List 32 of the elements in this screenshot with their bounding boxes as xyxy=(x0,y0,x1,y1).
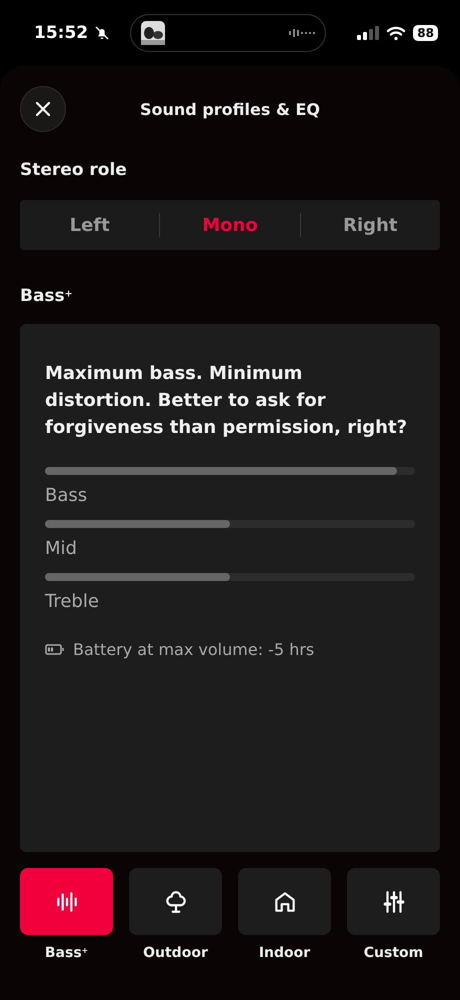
profile-tab[interactable]: Outdoor xyxy=(129,868,222,961)
profile-tab[interactable]: Indoor xyxy=(238,868,331,961)
sheet-title: Sound profiles & EQ xyxy=(139,100,321,118)
clock-time: 15:52 xyxy=(34,23,88,43)
close-button[interactable] xyxy=(20,86,66,132)
battery-note: Battery at max volume: -5 hrs xyxy=(73,640,314,659)
profile-tab[interactable]: Custom xyxy=(347,868,440,961)
profile-tab[interactable]: Bass$^{+}$ xyxy=(20,868,113,961)
bell-slash-icon xyxy=(94,25,110,41)
battery-icon xyxy=(45,644,64,655)
sliders-icon xyxy=(380,888,406,914)
segment-option[interactable]: Left xyxy=(20,200,160,250)
close-icon xyxy=(34,100,52,118)
slider-label: Mid xyxy=(45,538,78,559)
profile-description: Maximum bass. Minimum distortion. Better to ask for forgiveness than permission, right? xyxy=(45,362,408,440)
slider-label: Bass xyxy=(45,485,88,506)
eq-slider[interactable] xyxy=(45,520,415,528)
battery-level: 88 xyxy=(413,25,438,41)
profile-label: Bass$^{+}$ xyxy=(44,945,88,961)
slider-label: Treble xyxy=(45,591,100,612)
section-heading: Stereo role xyxy=(20,160,128,180)
section-heading: Bass$^{+}$ xyxy=(20,286,74,306)
profile-label: Custom xyxy=(364,945,424,961)
wifi-icon xyxy=(386,26,406,40)
segment-option[interactable]: Mono xyxy=(160,200,300,250)
waveform-icon xyxy=(289,28,316,38)
profile-label: Outdoor xyxy=(143,945,208,961)
segment-option[interactable]: Right xyxy=(300,200,440,250)
eq-slider[interactable] xyxy=(45,573,415,581)
dynamic-island[interactable] xyxy=(130,14,326,52)
signal-icon xyxy=(357,26,380,40)
profile-label: Indoor xyxy=(258,945,310,961)
